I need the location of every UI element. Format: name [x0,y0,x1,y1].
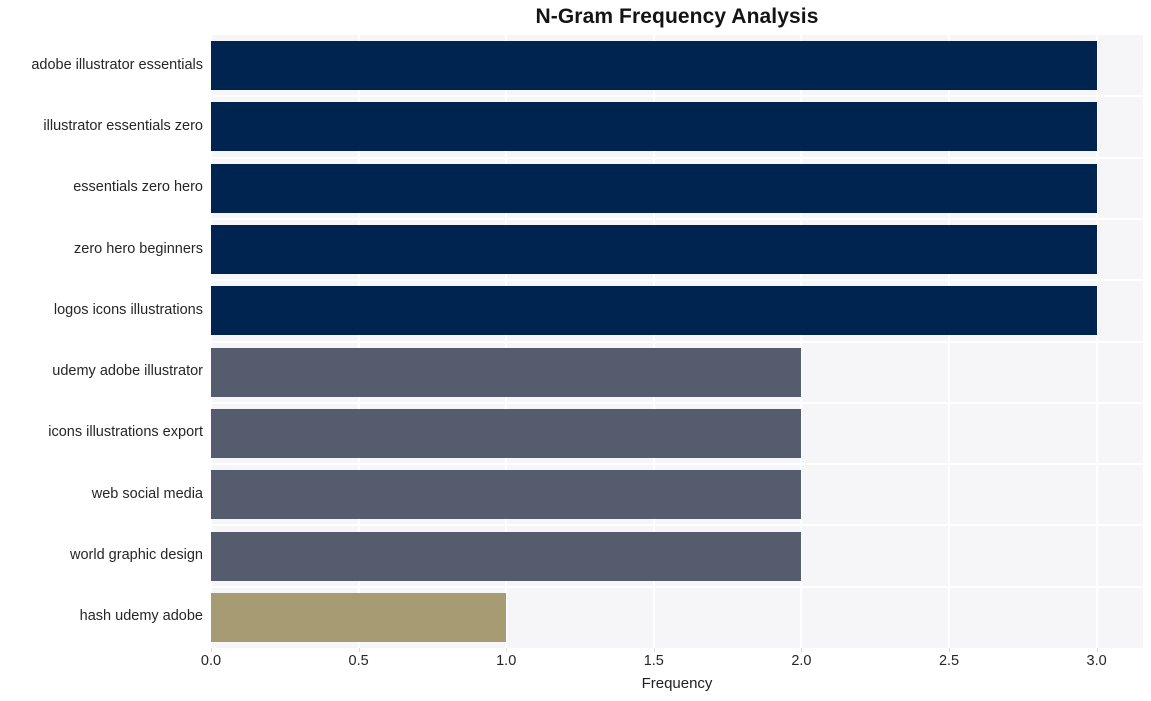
x-axis-tick-label: 3.0 [1086,653,1107,669]
plot-area [210,35,1143,648]
y-axis-tick-label: zero hero beginners [74,240,203,257]
y-axis-tick-label: web social media [91,485,203,502]
x-axis-tick-mark [506,648,508,652]
y-axis-tick-label: hash udemy adobe [79,608,203,625]
bar [211,102,1097,152]
x-axis-tick-mark [358,648,360,652]
x-axis-tick-mark [211,648,212,652]
x-axis-tick-label: 1.5 [643,653,664,669]
bar [211,408,802,458]
chart-figure: N-Gram Frequency Analysis adobe illustra… [0,0,1151,701]
bar [211,470,802,520]
x-axis-tick-mark [949,648,951,652]
y-axis-tick-label: illustrator essentials zero [43,117,203,134]
chart-title: N-Gram Frequency Analysis [535,5,819,28]
x-axis-tick-mark [1096,648,1098,652]
x-axis-tick-label: 0.0 [200,653,222,669]
bar [211,531,802,581]
x-axis-tick-mark [801,648,803,652]
x-axis-tick-mark [653,648,655,652]
bar [211,286,1097,336]
bar [211,163,1097,213]
y-axis-tick-label: adobe illustrator essentials [31,56,203,73]
bar [211,347,802,397]
y-axis-tick-label: essentials zero hero [73,179,203,196]
y-axis-tick-label: world graphic design [70,547,203,564]
x-axis-tick-label: 1.0 [496,653,517,669]
bar [211,592,507,642]
x-axis-tick-labels: 0.0 0.5 1.0 1.5 2.0 2.5 3.0 [0,652,1151,674]
bar [211,41,1097,91]
x-axis-title: Frequency [641,675,713,692]
bar [211,225,1097,275]
y-axis-tick-label: udemy adobe illustrator [52,363,203,380]
x-axis-tick-label: 2.0 [791,653,812,669]
x-axis-tick-label: 0.5 [348,653,369,669]
bars-container [211,35,1143,648]
y-axis-tick-label: logos icons illustrations [53,301,203,318]
x-axis-tick-label: 2.5 [938,653,960,669]
y-axis-labels: adobe illustrator essentials illustrator … [0,35,203,648]
y-axis-tick-label: icons illustrations export [48,424,203,441]
